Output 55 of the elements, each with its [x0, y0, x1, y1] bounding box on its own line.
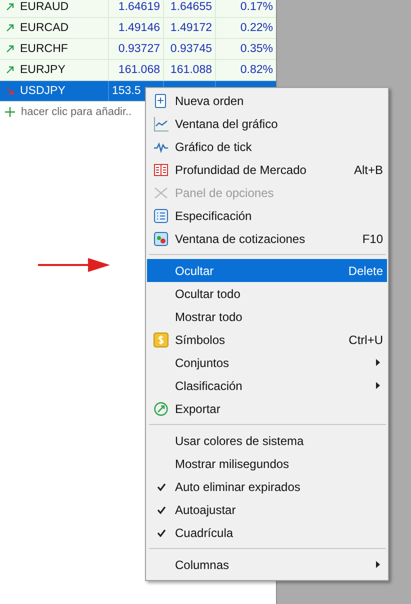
quote-row[interactable]: EURAUD 1.64619 1.64655 0.17%	[0, 0, 276, 18]
menu-icon	[153, 184, 169, 200]
menu-item[interactable]: Conjuntos	[147, 351, 387, 374]
menu-item[interactable]: Ventana del gráfico	[147, 112, 387, 135]
quote-row[interactable]: EURCAD 1.49146 1.49172 0.22%	[0, 18, 276, 39]
daily-change: 0.35%	[240, 43, 273, 55]
menu-item[interactable]: Símbolos Ctrl+U	[147, 328, 387, 351]
menu-icon	[153, 116, 169, 132]
ask-price: 161.088	[170, 64, 212, 76]
bid-price: 153.5	[112, 85, 141, 97]
menu-item[interactable]: Autoajustar	[147, 498, 387, 521]
bid-price: 0.93727	[118, 43, 160, 55]
menu-icon	[153, 92, 169, 108]
daily-change: 0.22%	[240, 22, 273, 34]
menu-item[interactable]: Especificación	[147, 204, 387, 227]
menu-item[interactable]: Ocultar Delete	[147, 259, 387, 282]
menu-item[interactable]: Mostrar todo	[147, 305, 387, 328]
menu-item[interactable]: Usar colores de sistema	[147, 429, 387, 452]
menu-item[interactable]: Ventana de cotizaciones F10	[147, 227, 387, 250]
menu-icon	[153, 230, 169, 246]
add-symbol-link[interactable]: hacer clic para añadir..	[21, 106, 132, 118]
shortcut-text: Ctrl+U	[348, 332, 384, 346]
menu-item[interactable]: Ocultar todo	[147, 282, 387, 305]
shortcut-text: F10	[362, 232, 384, 246]
menu-item[interactable]: Gráfico de tick	[147, 135, 387, 158]
menu-item[interactable]: Columnas	[147, 553, 387, 576]
bid-price: 161.068	[118, 64, 160, 76]
ask-price: 0.93745	[170, 43, 212, 55]
menu-icon	[153, 400, 169, 416]
daily-change: 0.17%	[240, 1, 273, 13]
symbol-text: EURJPY	[20, 64, 66, 76]
symbol-text: USDJPY	[20, 85, 66, 97]
plus-icon[interactable]	[5, 107, 15, 117]
menu-item[interactable]: Auto eliminar expirados	[147, 475, 387, 498]
shortcut-text: Delete	[348, 264, 384, 278]
shortcut-text: Alt+B	[354, 162, 384, 176]
menu-icon	[153, 332, 169, 348]
ask-price: 1.64655	[170, 1, 212, 13]
ask-price: 1.49172	[170, 22, 212, 34]
quote-row[interactable]: EURJPY 161.068 161.088 0.82%	[0, 60, 276, 81]
menu-item[interactable]: Mostrar milisegundos	[147, 452, 387, 475]
bid-price: 1.49146	[118, 22, 160, 34]
daily-change: 0.82%	[240, 64, 273, 76]
symbol-text: EURCAD	[20, 22, 69, 34]
menu-icon	[153, 162, 169, 178]
symbol-text: EURAUD	[20, 1, 69, 13]
quote-row[interactable]: EURCHF 0.93727 0.93745 0.35%	[0, 39, 276, 60]
menu-item[interactable]: Clasificación	[147, 374, 387, 397]
menu-icon	[153, 208, 169, 224]
menu-item[interactable]: Exportar	[147, 397, 387, 420]
menu-item[interactable]: Profundidad de Mercado Alt+B	[147, 158, 387, 181]
symbol-text: EURCHF	[20, 43, 68, 55]
menu-item[interactable]: Cuadrícula	[147, 521, 387, 544]
pointer-arrow-drawing	[38, 258, 110, 272]
bid-price: 1.64619	[118, 1, 160, 13]
